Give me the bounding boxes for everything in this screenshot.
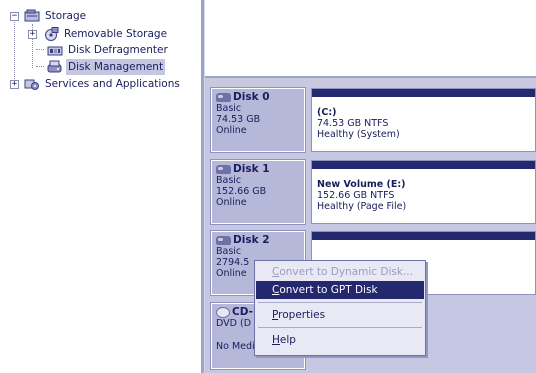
disk-status: Online <box>216 125 247 136</box>
disk-icon <box>216 236 231 245</box>
disk-name: CD- <box>232 306 253 318</box>
disk-0-header[interactable]: Disk 0 Basic 74.53 GB Online <box>210 87 306 153</box>
disk-1-partition-e[interactable]: New Volume (E:) 152.66 GB NTFS Healthy (… <box>311 160 536 224</box>
volume-list-view[interactable] <box>205 0 536 78</box>
tree-item-label: Disk Management <box>66 59 166 75</box>
partition-status: Healthy (Page File) <box>317 201 407 212</box>
tree-item-label: Services and Applications <box>45 78 180 90</box>
tree-item-disk-defragmenter[interactable]: Disk Defragmenter <box>47 42 170 58</box>
tree-item-removable-storage[interactable]: Removable Storage <box>43 26 169 42</box>
defragmenter-icon <box>47 43 63 57</box>
disk-name: Disk 2 <box>233 234 270 246</box>
tree-connector <box>36 66 44 67</box>
menu-item-label: elp <box>279 334 296 346</box>
disk-name: Disk 1 <box>233 163 270 175</box>
tree-item-label: Storage <box>45 10 87 22</box>
tree-item-label: Disk Defragmenter <box>68 44 168 56</box>
collapse-storage-button[interactable]: − <box>10 12 19 21</box>
partition-bar <box>312 161 535 169</box>
menu-separator <box>258 302 422 303</box>
disk-management-icon <box>47 60 63 74</box>
menu-item-convert-to-gpt[interactable]: Convert to GPT Disk <box>256 281 424 299</box>
services-icon <box>24 77 40 91</box>
disk-icon <box>216 165 231 174</box>
partition-status: Healthy (System) <box>317 129 400 140</box>
tree-connector <box>14 15 15 85</box>
storage-icon <box>24 9 40 23</box>
disk-type: Basic <box>216 103 242 114</box>
disk-icon <box>216 93 231 102</box>
disk-1-header[interactable]: Disk 1 Basic 152.66 GB Online <box>210 159 306 225</box>
menu-accelerator: H <box>272 334 280 346</box>
tree-item-storage[interactable]: Storage <box>24 8 88 24</box>
menu-item-label: roperties <box>278 309 326 321</box>
disk-type: Basic <box>216 246 242 257</box>
disk-type: Basic <box>216 175 242 186</box>
removable-storage-icon <box>43 27 59 41</box>
partition-bar <box>312 89 535 97</box>
partition-name: New Volume (E:) <box>317 179 406 190</box>
tree-item-services-and-applications[interactable]: Services and Applications <box>24 76 182 92</box>
disk-0-partition-c[interactable]: (C:) 74.53 GB NTFS Healthy (System) <box>311 88 536 152</box>
menu-item-help[interactable]: Help <box>256 331 424 349</box>
menu-separator <box>258 327 422 328</box>
tree-item-disk-management[interactable]: Disk Management <box>47 59 166 75</box>
menu-item-properties[interactable]: Properties <box>256 306 424 324</box>
disk-size: 74.53 GB <box>216 114 261 125</box>
context-menu: Convert to Dynamic Disk... Convert to GP… <box>254 260 426 356</box>
disk-name: Disk 0 <box>233 91 270 103</box>
tree-connector <box>36 49 44 50</box>
partition-size: 74.53 GB NTFS <box>317 118 389 129</box>
expand-removable-storage-button[interactable]: + <box>28 30 37 39</box>
partition-size: 152.66 GB NTFS <box>317 190 395 201</box>
menu-item-label: onvert to Dynamic Disk... <box>279 266 413 278</box>
console-tree[interactable]: − Storage + Removable Storage Disk Defra… <box>0 0 204 373</box>
disk-status: Online <box>216 197 247 208</box>
menu-item-convert-to-dynamic[interactable]: Convert to Dynamic Disk... <box>256 263 424 281</box>
disk-size: 152.66 GB <box>216 186 267 197</box>
expand-services-button[interactable]: + <box>10 80 19 89</box>
pane-splitter[interactable] <box>205 78 536 86</box>
tree-item-label: Removable Storage <box>64 28 168 40</box>
cd-icon <box>216 307 230 318</box>
menu-item-label: onvert to GPT Disk <box>279 284 378 296</box>
partition-name: (C:) <box>317 107 337 118</box>
partition-bar <box>312 232 535 240</box>
